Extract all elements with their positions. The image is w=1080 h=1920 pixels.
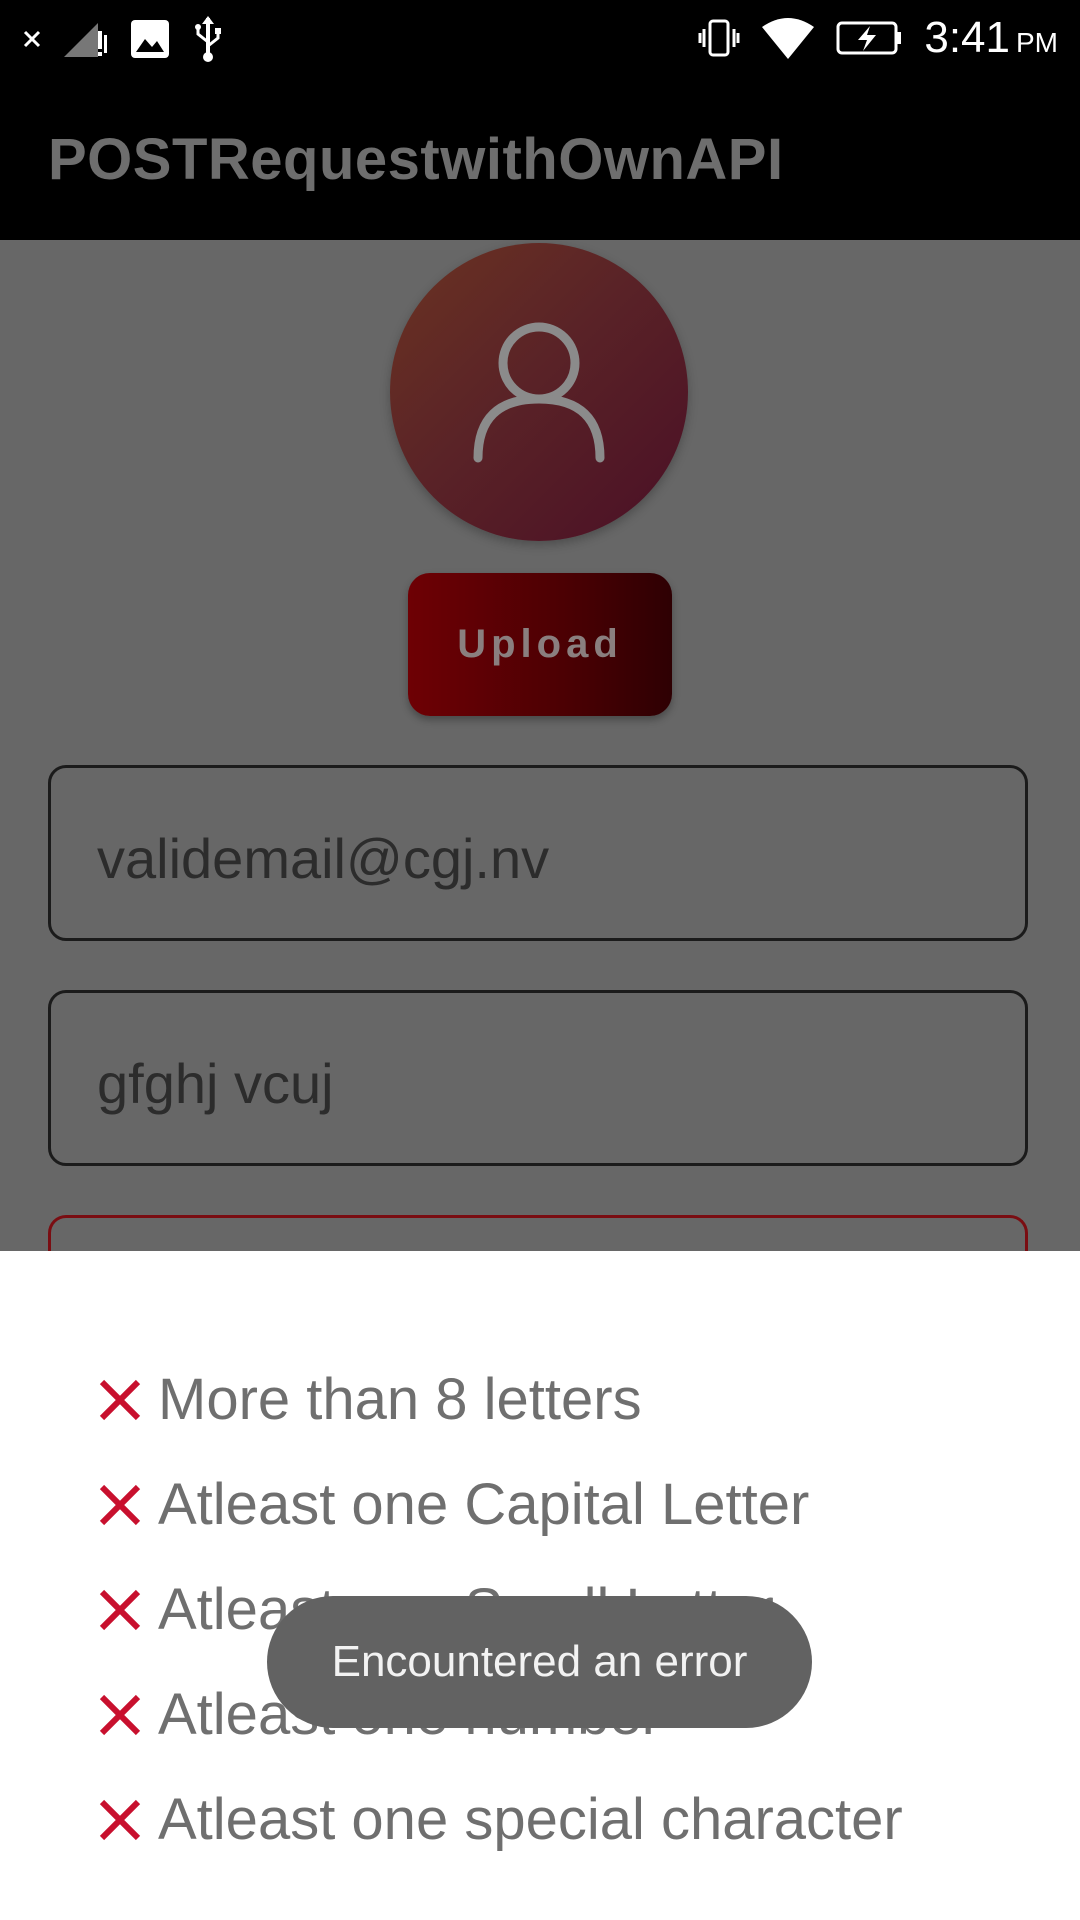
app-title: POSTRequestwithOwnAPI xyxy=(48,127,784,192)
name-field-value: gfghj vcuj xyxy=(97,1052,334,1115)
image-icon xyxy=(131,20,169,58)
person-icon xyxy=(473,322,605,463)
password-requirements-sheet: More than 8 letters Atleast one Capital … xyxy=(0,1251,1080,1920)
status-bar-left xyxy=(22,14,224,64)
status-bar-right: 3:41 PM xyxy=(698,10,1058,66)
name-field[interactable]: gfghj vcuj xyxy=(48,990,1028,1166)
close-icon xyxy=(23,30,41,48)
vibrate-icon xyxy=(698,19,740,57)
usb-icon xyxy=(195,16,221,62)
battery-charging-icon xyxy=(836,21,902,55)
list-item: Atleast one Capital Letter xyxy=(96,1452,903,1557)
cross-icon xyxy=(99,1484,141,1525)
upload-button[interactable]: Upload xyxy=(408,573,672,716)
list-item: More than 8 letters xyxy=(96,1347,903,1452)
email-field-value: validemail@cgj.nv xyxy=(97,827,550,890)
cross-icon xyxy=(99,1589,141,1630)
cross-icon xyxy=(99,1379,141,1420)
wifi-icon xyxy=(762,18,815,59)
requirement-label: Atleast one special character xyxy=(158,1787,903,1852)
app-bar: POSTRequestwithOwnAPI xyxy=(0,76,1080,240)
list-item: Atleast one special character xyxy=(96,1767,903,1872)
profile-avatar[interactable] xyxy=(390,243,688,541)
error-toast: Encountered an error xyxy=(267,1596,812,1728)
email-field[interactable]: validemail@cgj.nv xyxy=(48,765,1028,941)
requirement-label: More than 8 letters xyxy=(158,1367,642,1432)
signal-no-data-icon xyxy=(64,23,107,57)
cross-icon xyxy=(99,1799,141,1840)
status-bar: 3:41 PM xyxy=(0,0,1080,76)
cross-icon xyxy=(99,1694,141,1735)
requirement-label: Atleast one Capital Letter xyxy=(158,1472,810,1537)
status-time: 3:41 PM xyxy=(924,13,1058,62)
